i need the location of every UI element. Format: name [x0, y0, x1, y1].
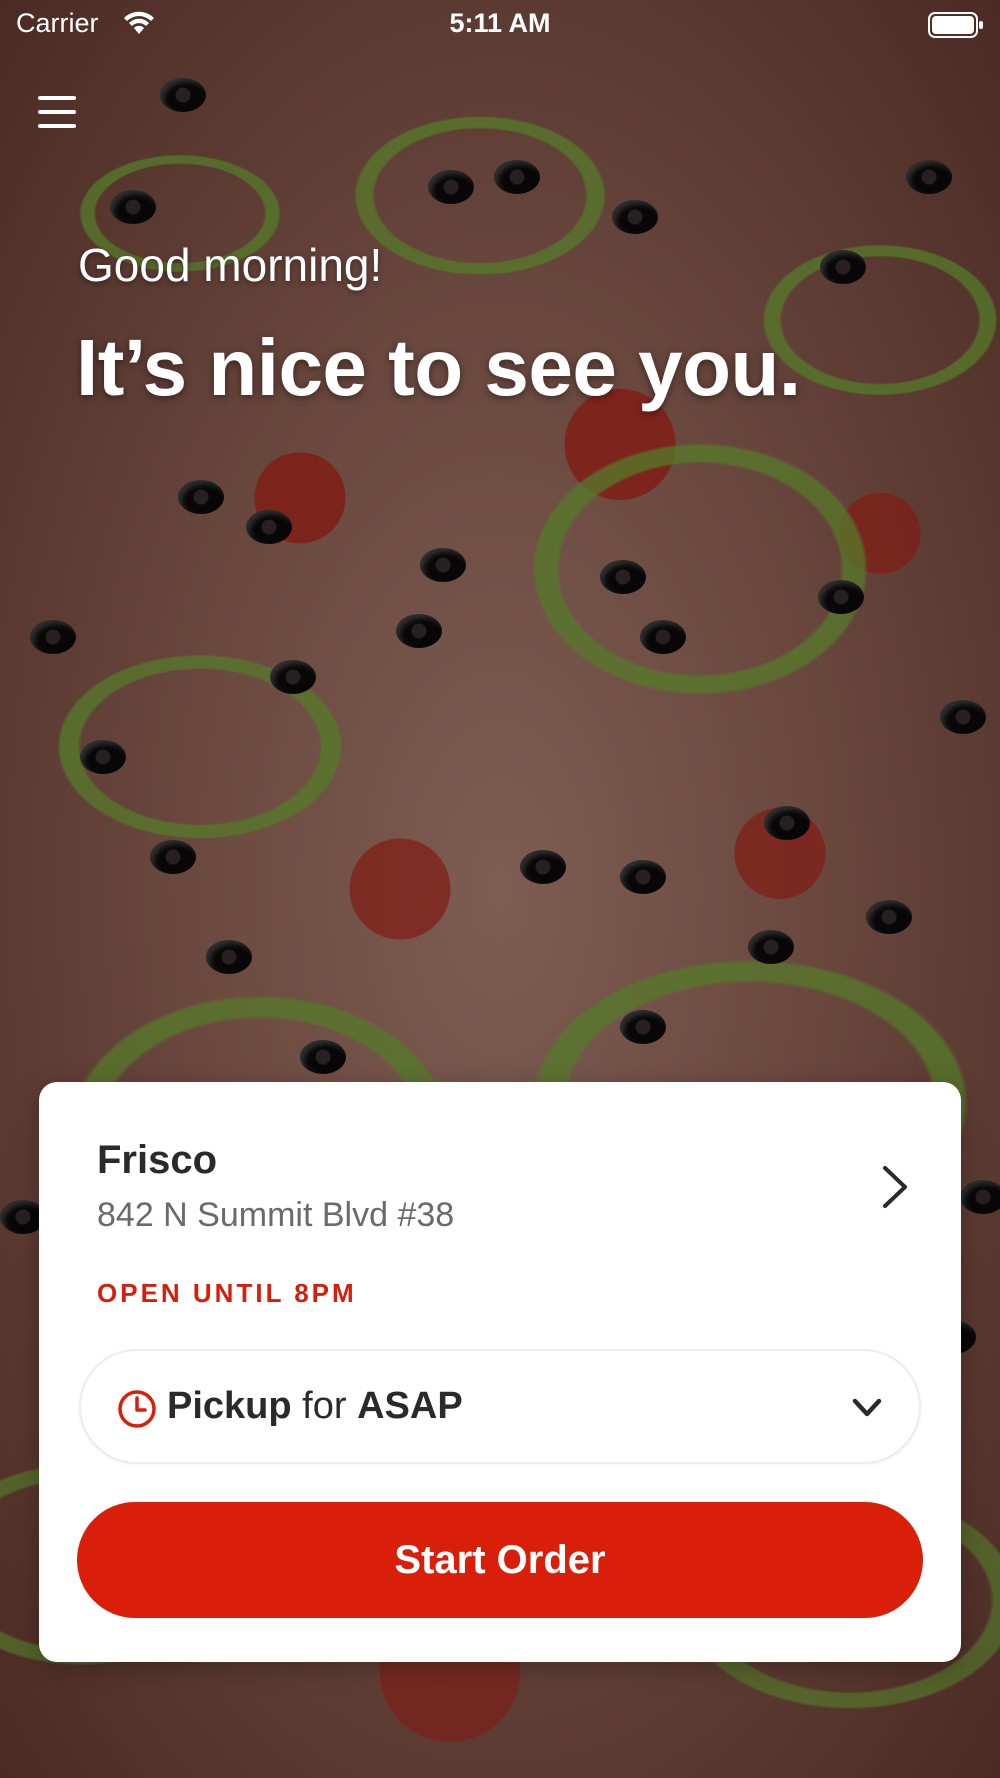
order-mode: Pickup [167, 1385, 292, 1427]
start-order-button[interactable]: Start Order [77, 1502, 923, 1618]
order-type-label: Pickup for ASAP [167, 1385, 463, 1428]
status-bar: Carrier 5:11 AM [0, 0, 1000, 50]
headline-text: It’s nice to see you. [76, 323, 801, 412]
location-address: 842 N Summit Blvd #38 [97, 1196, 455, 1234]
order-type-selector[interactable]: Pickup for ASAP [79, 1349, 921, 1464]
location-name: Frisco [97, 1138, 218, 1182]
order-connector: for [302, 1385, 347, 1427]
store-hours-status: OPEN UNTIL 8PM [97, 1278, 357, 1308]
chevron-down-icon [852, 1398, 882, 1417]
order-time: ASAP [357, 1385, 463, 1427]
status-time: 5:11 AM [449, 8, 551, 38]
app-screen: Carrier 5:11 AM Good morning! It’s nice … [0, 0, 1000, 1778]
battery-icon [928, 12, 983, 38]
chevron-right-icon [883, 1166, 907, 1208]
clock-icon [118, 1390, 156, 1428]
location-selector[interactable]: Frisco 842 N Summit Blvd #38 [39, 1082, 961, 1262]
order-card: Frisco 842 N Summit Blvd #38 OPEN UNTIL … [39, 1082, 961, 1662]
hamburger-menu-icon[interactable] [38, 94, 78, 130]
greeting-text: Good morning! [78, 239, 383, 291]
